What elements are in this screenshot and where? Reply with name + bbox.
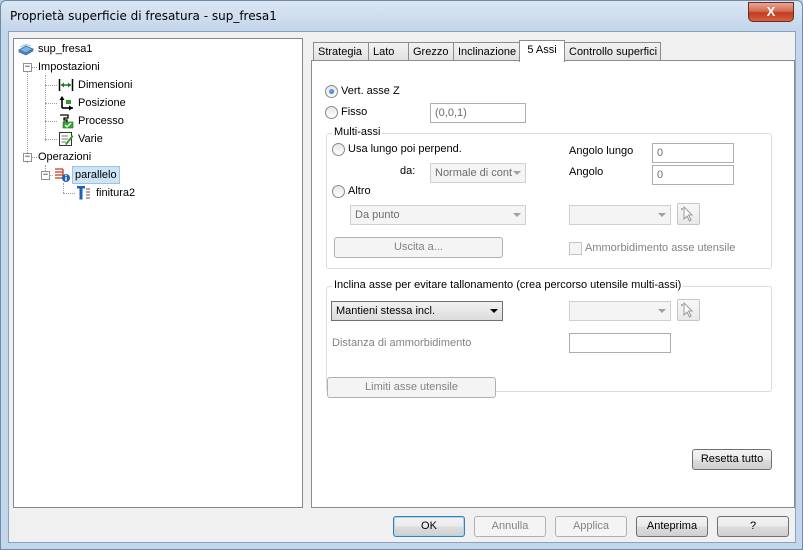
tree-label-dimensioni: Dimensioni bbox=[78, 79, 133, 91]
chevron-down-icon bbox=[658, 309, 666, 313]
label-ammorbidimento: Ammorbidimento asse utensile bbox=[585, 242, 736, 254]
inclina-mode-combo[interactable]: Mantieni stessa incl. bbox=[331, 301, 503, 321]
tab-inclinazione[interactable]: Inclinazione bbox=[453, 42, 520, 61]
tab-grezzo[interactable]: Grezzo bbox=[408, 42, 454, 61]
anteprima-button[interactable]: Anteprima bbox=[636, 516, 708, 537]
ammorbidimento-checkbox[interactable] bbox=[569, 242, 582, 255]
milling-surface-icon bbox=[18, 44, 34, 56]
radio-fisso[interactable] bbox=[325, 106, 338, 119]
inclina-mode-value: Mantieni stessa incl. bbox=[336, 305, 436, 317]
chevron-down-icon bbox=[490, 309, 498, 313]
tab-5-assi[interactable]: 5 Assi bbox=[519, 40, 565, 62]
collapse-icon[interactable]: − bbox=[23, 153, 32, 162]
chevron-down-icon bbox=[513, 171, 521, 175]
multi-assi-title: Multi-assi bbox=[332, 126, 383, 138]
label-usa-lungo: Usa lungo poi perpend. bbox=[348, 143, 462, 155]
close-button[interactable]: X bbox=[748, 2, 794, 22]
angolo-input[interactable]: 0 bbox=[652, 165, 734, 185]
tab-lato[interactable]: Lato bbox=[368, 42, 409, 61]
radio-usa-lungo[interactable] bbox=[332, 143, 345, 156]
tree-label-processo: Processo bbox=[78, 115, 124, 127]
label-altro: Altro bbox=[348, 185, 371, 197]
window-title: Proprietà superficie di fresatura - sup_… bbox=[10, 9, 277, 23]
radio-vert-asse-z[interactable] bbox=[325, 85, 338, 98]
tree-label-varie: Varie bbox=[78, 133, 103, 145]
angolo-lungo-input[interactable]: 0 bbox=[652, 143, 734, 163]
dimensions-icon bbox=[58, 79, 74, 91]
da-combo[interactable]: Normale di cont bbox=[430, 163, 526, 183]
label-vert-asse-z: Vert. asse Z bbox=[341, 85, 400, 97]
pick-point-button[interactable] bbox=[677, 203, 700, 225]
chevron-down-icon bbox=[513, 213, 521, 217]
tab-strategia[interactable]: Strategia bbox=[313, 42, 369, 61]
chevron-down-icon bbox=[658, 213, 666, 217]
applica-button[interactable]: Applica bbox=[555, 516, 627, 537]
tab-controllo-superfici[interactable]: Controllo superfici bbox=[564, 42, 661, 61]
pick-cursor-icon bbox=[681, 301, 694, 318]
title-bar[interactable]: Proprietà superficie di fresatura - sup_… bbox=[1, 1, 802, 31]
operation-tree[interactable]: sup_fresa1 − Impostazioni Dimensioni Pos… bbox=[13, 38, 303, 508]
label-fisso: Fisso bbox=[341, 106, 368, 118]
resetta-tutto-button[interactable]: Resetta tutto bbox=[692, 449, 772, 470]
pick-cursor-icon bbox=[681, 205, 694, 222]
da-combo-value: Normale di cont bbox=[435, 167, 513, 179]
altro-secondary-combo[interactable] bbox=[569, 205, 671, 225]
radio-altro[interactable] bbox=[332, 185, 345, 198]
notes-icon bbox=[59, 132, 74, 146]
inclina-secondary-combo[interactable] bbox=[569, 301, 671, 321]
parallel-operation-icon bbox=[55, 168, 70, 182]
tree-label-operazioni: Operazioni bbox=[38, 151, 92, 163]
da-punto-combo[interactable]: Da punto bbox=[350, 205, 526, 225]
process-icon bbox=[60, 114, 74, 129]
label-angolo-lungo: Angolo lungo bbox=[569, 145, 634, 157]
label-distanza: Distanza di ammorbidimento bbox=[332, 337, 472, 349]
inclina-pick-button[interactable] bbox=[677, 299, 700, 321]
label-da: da: bbox=[400, 165, 416, 177]
collapse-icon[interactable]: − bbox=[23, 63, 32, 72]
dialog-window: Proprietà superficie di fresatura - sup_… bbox=[0, 0, 803, 550]
tree-label-parallelo: parallelo bbox=[72, 166, 120, 184]
position-icon bbox=[59, 96, 73, 111]
tree-label-root: sup_fresa1 bbox=[38, 43, 93, 55]
collapse-icon[interactable]: − bbox=[41, 171, 50, 180]
tree-label-impostazioni: Impostazioni bbox=[38, 61, 100, 73]
tree-label-finitura2: finitura2 bbox=[96, 187, 136, 199]
distanza-input[interactable] bbox=[569, 333, 671, 353]
help-button[interactable]: ? bbox=[717, 516, 789, 537]
tab-panel-5-assi: Vert. asse Z Fisso (0,0,1) Multi-assi Us… bbox=[311, 60, 795, 508]
da-punto-value: Da punto bbox=[355, 209, 400, 221]
annulla-button[interactable]: Annulla bbox=[474, 516, 546, 537]
limiti-asse-button[interactable]: Limiti asse utensile bbox=[327, 377, 496, 398]
label-angolo: Angolo bbox=[569, 166, 604, 178]
uscita-button[interactable]: Uscita a... bbox=[334, 237, 503, 258]
fisso-vector-input[interactable]: (0,0,1) bbox=[430, 103, 526, 123]
ok-button[interactable]: OK bbox=[393, 516, 465, 537]
dialog-client-area: sup_fresa1 − Impostazioni Dimensioni Pos… bbox=[8, 31, 796, 543]
inclina-title: Inclina asse per evitare tallonamento (c… bbox=[332, 279, 684, 291]
finishing-tool-icon bbox=[77, 186, 90, 200]
tree-label-posizione: Posizione bbox=[78, 97, 126, 109]
